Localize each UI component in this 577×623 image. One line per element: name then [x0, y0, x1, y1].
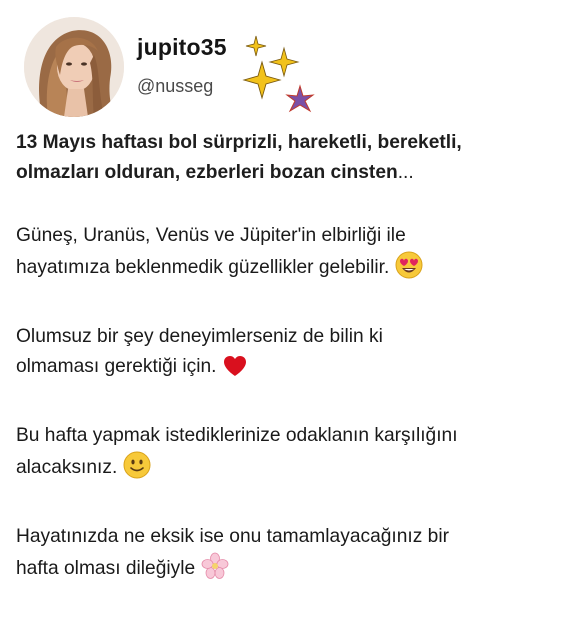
headline-ellipsis: ... [397, 162, 414, 183]
avatar[interactable] [24, 17, 124, 117]
post-header: jupito35 @nusseg [0, 0, 577, 120]
paragraph-3: Bu hafta yapmak istediklerinize odaklanı… [16, 421, 571, 489]
smiley-emoji-icon [123, 451, 151, 489]
post-headline: 13 Mayıs haftası bol sürprizli, hareketl… [16, 128, 571, 188]
sparkle-star-icon [242, 35, 315, 113]
paragraph-2-line-1: Olumsuz bir şey deneyimlerseniz de bilin… [16, 326, 383, 347]
cherry-blossom-icon [201, 552, 229, 590]
headline-line-1: 13 Mayıs haftası bol sürprizli, hareketl… [16, 132, 462, 153]
paragraph-1-line-2: hayatımıza beklenmedik güzellikler geleb… [16, 257, 390, 278]
paragraph-3-line-2: alacaksınız. [16, 457, 118, 478]
post-body: 13 Mayıs haftası bol sürprizli, hareketl… [16, 128, 571, 623]
paragraph-4: Hayatınızda ne eksik ise onu tamamlayaca… [16, 522, 571, 590]
paragraph-2: Olumsuz bir şey deneyimlerseniz de bilin… [16, 322, 571, 388]
paragraph-3-line-1: Bu hafta yapmak istediklerinize odaklanı… [16, 425, 458, 446]
heart-eyes-emoji-icon [395, 251, 423, 289]
paragraph-4-line-2: hafta olması dileğiyle [16, 558, 196, 579]
paragraph-1-line-1: Güneş, Uranüs, Venüs ve Jüpiter'in elbir… [16, 225, 406, 246]
red-heart-icon [222, 354, 248, 388]
paragraph-2-line-2: olmaması gerektiği için. [16, 356, 217, 377]
woman-portrait-avatar-icon [24, 17, 124, 117]
user-handle[interactable]: @nusseg [137, 76, 213, 97]
paragraph-4-line-1: Hayatınızda ne eksik ise onu tamamlayaca… [16, 526, 450, 547]
username[interactable]: jupito35 [137, 34, 227, 61]
paragraph-1: Güneş, Uranüs, Venüs ve Jüpiter'in elbir… [16, 221, 571, 289]
purple-star-icon [285, 84, 315, 113]
headline-line-2: olmazları olduran, ezberleri bozan cinst… [16, 162, 398, 183]
